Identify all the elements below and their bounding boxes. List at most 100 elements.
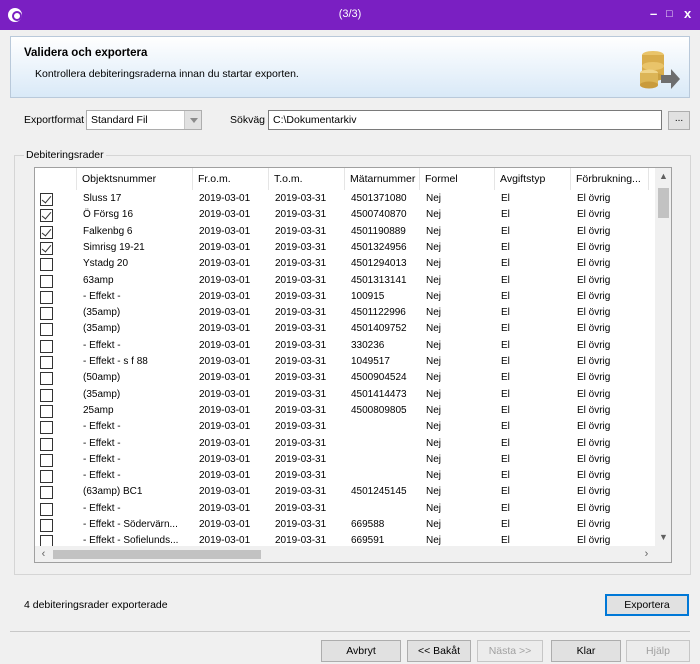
from-date-cell: 2019-03-01: [199, 307, 251, 319]
minimize-button[interactable]: –: [650, 7, 657, 21]
column-header-avgiftstyp[interactable]: Avgiftstyp: [495, 168, 571, 190]
matarnummer-cell: 4500740870: [351, 209, 407, 221]
row-checkbox[interactable]: [40, 323, 53, 337]
objektsnummer-cell: 25amp: [83, 404, 114, 416]
forbrukning-cell: El övrig: [577, 274, 611, 286]
row-checkbox[interactable]: [40, 372, 53, 386]
table-row[interactable]: Falkenbg 6 2019-03-01 2019-03-31 4501190889…: [35, 224, 655, 240]
exportformat-select[interactable]: Standard Fil: [86, 110, 202, 130]
maximize-button[interactable]: □: [666, 7, 673, 21]
table-row[interactable]: Simrisg 19-21 2019-03-01 2019-03-31 4501324…: [35, 240, 655, 256]
table-row[interactable]: 63amp 2019-03-01 2019-03-31 4501313141 Nej El…: [35, 273, 655, 289]
objektsnummer-cell: (35amp): [83, 307, 121, 319]
matarnummer-cell: 669588: [351, 519, 385, 530]
table-row[interactable]: - Effekt - 2019-03-01 2019-03-31 Nej El El öv…: [35, 436, 655, 452]
scroll-right-icon[interactable]: ›: [638, 546, 655, 562]
table-row[interactable]: - Effekt - 2019-03-01 2019-03-31 Nej El El öv…: [35, 419, 655, 435]
table-row[interactable]: (35amp) 2019-03-01 2019-03-31 4501122996 Nej…: [35, 305, 655, 321]
row-checkbox[interactable]: [40, 241, 53, 255]
column-header-forbrukning[interactable]: Förbrukning...: [571, 168, 649, 190]
table-row[interactable]: - Effekt - 2019-03-01 2019-03-31 Nej El El öv…: [35, 452, 655, 468]
scroll-down-icon[interactable]: ▼: [655, 529, 671, 546]
to-date-cell: 2019-03-31: [275, 388, 327, 400]
done-button[interactable]: Klar: [551, 640, 621, 662]
to-date-cell: 2019-03-31: [275, 421, 327, 433]
chevron-down-icon[interactable]: [184, 111, 201, 129]
to-date-cell: 2019-03-31: [275, 290, 327, 302]
objektsnummer-cell: 63amp: [83, 274, 114, 286]
objektsnummer-cell: Ystadg 20: [83, 258, 129, 270]
forbrukning-cell: El övrig: [577, 241, 611, 253]
cancel-button[interactable]: Avbryt: [321, 640, 401, 662]
objektsnummer-cell: - Effekt - s f 88: [83, 356, 148, 367]
row-checkbox[interactable]: [40, 225, 53, 239]
row-checkbox[interactable]: [40, 519, 53, 532]
table-row[interactable]: - Effekt - 2019-03-01 2019-03-31 100915 Nej E…: [35, 289, 655, 305]
column-header-objektsnummer[interactable]: Objektsnummer: [77, 168, 193, 190]
forbrukning-cell: El övrig: [577, 193, 611, 204]
forbrukning-cell: El övrig: [577, 323, 611, 335]
table-row[interactable]: Ystadg 20 2019-03-01 2019-03-31 4501294013 N…: [35, 256, 655, 272]
table-row[interactable]: - Effekt - 2019-03-01 2019-03-31 330236 Nej E…: [35, 338, 655, 354]
table-row[interactable]: - Effekt - 2019-03-01 2019-03-31 Nej El El öv…: [35, 468, 655, 484]
column-header-from[interactable]: Fr.o.m.: [193, 168, 269, 190]
browse-button[interactable]: ...: [668, 111, 690, 130]
help-button[interactable]: Hjälp: [626, 640, 690, 662]
matarnummer-cell: 4501414473: [351, 388, 407, 400]
row-checkbox[interactable]: [40, 453, 53, 467]
row-checkbox[interactable]: [40, 290, 53, 304]
close-button[interactable]: x: [684, 7, 691, 21]
back-button[interactable]: << Bakåt: [407, 640, 471, 662]
table-row[interactable]: Ö Försg 16 2019-03-01 2019-03-31 4500740870…: [35, 207, 655, 223]
table-row[interactable]: - Effekt - 2019-03-01 2019-03-31 Nej El El öv…: [35, 501, 655, 517]
table-row[interactable]: Sluss 17 2019-03-01 2019-03-31 4501371080 Ne…: [35, 191, 655, 207]
forbrukning-cell: El övrig: [577, 258, 611, 270]
billing-rows-grid[interactable]: Objektsnummer Fr.o.m. T.o.m. Mätarnummer…: [34, 167, 672, 563]
next-button[interactable]: Nästa >>: [477, 640, 543, 662]
row-checkbox[interactable]: [40, 274, 53, 288]
row-checkbox[interactable]: [40, 388, 53, 402]
from-date-cell: 2019-03-01: [199, 502, 251, 514]
row-checkbox[interactable]: [40, 209, 53, 223]
row-checkbox[interactable]: [40, 502, 53, 516]
horizontal-scroll-thumb[interactable]: [53, 550, 261, 559]
objektsnummer-cell: Sluss 17: [83, 193, 122, 204]
formel-cell: Nej: [426, 453, 442, 465]
row-checkbox[interactable]: [40, 421, 53, 435]
matarnummer-cell: 4501313141: [351, 274, 407, 286]
row-checkbox[interactable]: [40, 404, 53, 418]
vertical-scroll-thumb[interactable]: [658, 188, 669, 218]
row-checkbox[interactable]: [40, 356, 53, 369]
row-checkbox[interactable]: [40, 258, 53, 272]
row-checkbox[interactable]: [40, 307, 53, 321]
avgiftstyp-cell: El: [501, 437, 510, 449]
scroll-left-icon[interactable]: ‹: [35, 546, 52, 562]
scroll-up-icon[interactable]: ▲: [655, 168, 671, 185]
table-row[interactable]: (50amp) 2019-03-01 2019-03-31 4500904524 Nej…: [35, 370, 655, 386]
table-row[interactable]: (35amp) 2019-03-01 2019-03-31 4501414473 Nej…: [35, 387, 655, 403]
horizontal-scrollbar[interactable]: ‹ ›: [35, 546, 655, 562]
table-row[interactable]: 25amp 2019-03-01 2019-03-31 4500809805 Nej El…: [35, 403, 655, 419]
objektsnummer-cell: Ö Försg 16: [83, 209, 134, 221]
objektsnummer-cell: - Effekt -: [83, 339, 121, 351]
table-row[interactable]: (63amp) BC1 2019-03-01 2019-03-31 450124514…: [35, 484, 655, 500]
row-checkbox[interactable]: [40, 193, 53, 206]
export-button[interactable]: Exportera: [605, 594, 689, 616]
table-row[interactable]: - Effekt - Södervärn... 2019-03-01 2019-03…: [35, 517, 655, 533]
column-header-matarnummer[interactable]: Mätarnummer: [345, 168, 420, 190]
row-checkbox[interactable]: [40, 470, 53, 484]
row-checkbox[interactable]: [40, 437, 53, 451]
table-row[interactable]: (35amp) 2019-03-01 2019-03-31 4501409752 Nej…: [35, 321, 655, 337]
row-checkbox[interactable]: [40, 486, 53, 500]
column-header-to[interactable]: T.o.m.: [269, 168, 345, 190]
path-input[interactable]: [268, 110, 662, 130]
from-date-cell: 2019-03-01: [199, 404, 251, 416]
matarnummer-cell: 330236: [351, 339, 385, 351]
column-header-formel[interactable]: Formel: [420, 168, 495, 190]
forbrukning-cell: El övrig: [577, 519, 611, 530]
table-row[interactable]: - Effekt - s f 88 2019-03-01 2019-03-31 104…: [35, 354, 655, 370]
vertical-scrollbar[interactable]: ▲ ▼: [655, 168, 671, 546]
row-checkbox[interactable]: [40, 339, 53, 353]
formel-cell: Nej: [426, 209, 442, 221]
forbrukning-cell: El övrig: [577, 339, 611, 351]
